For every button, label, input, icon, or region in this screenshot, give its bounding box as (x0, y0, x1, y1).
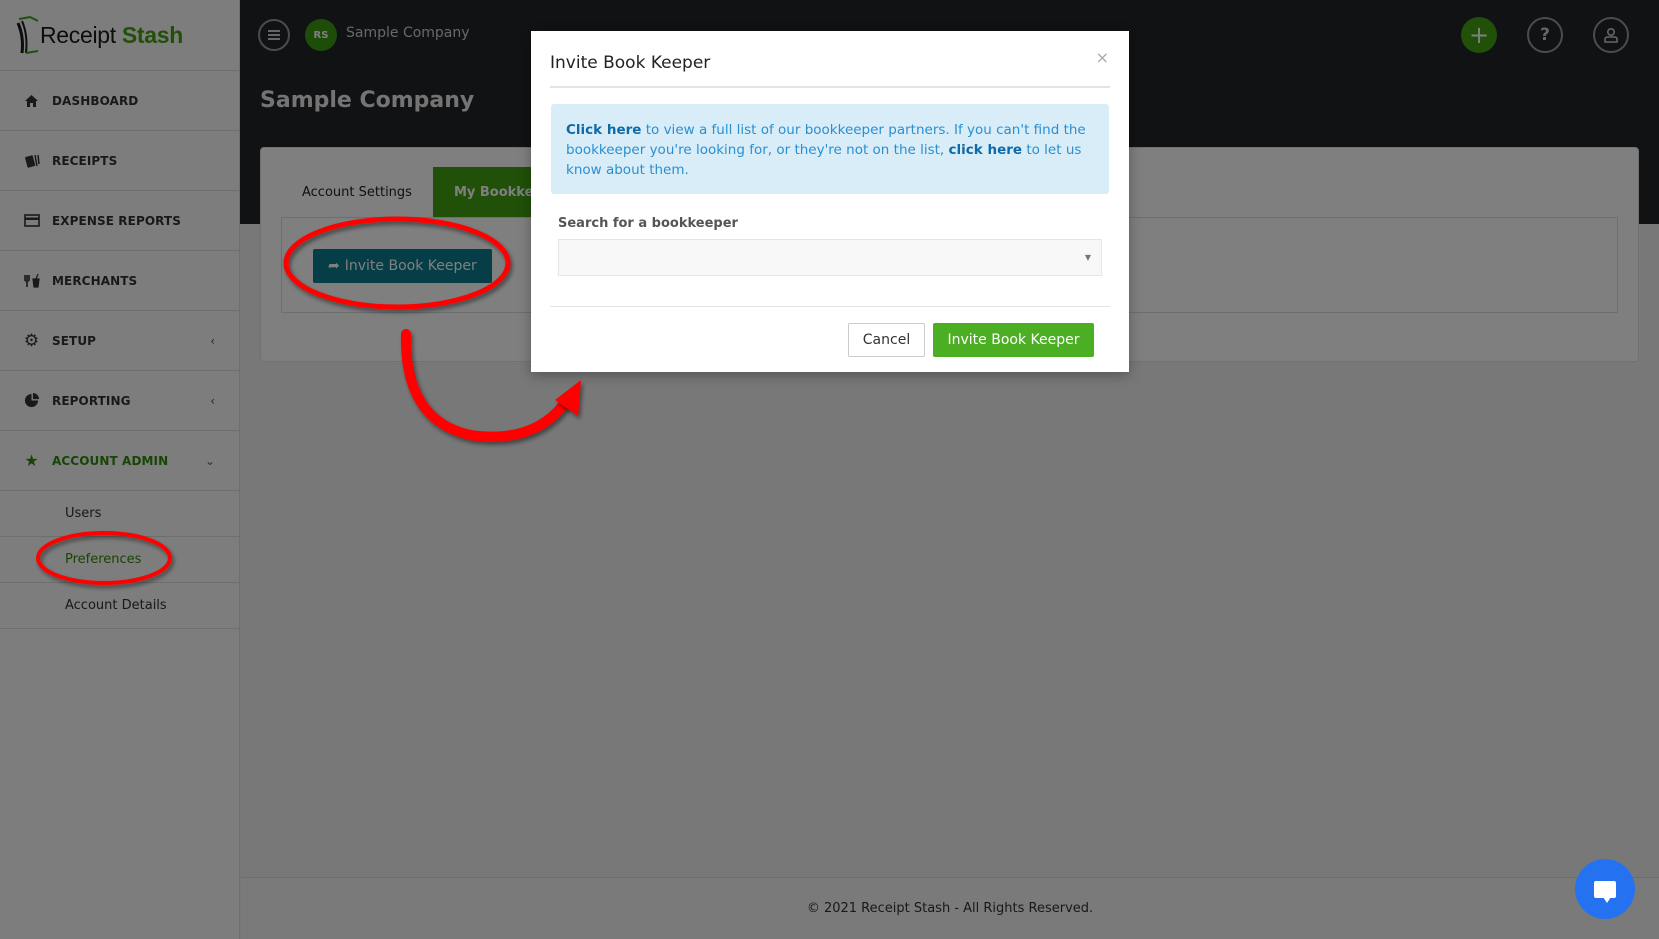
divider (550, 86, 1110, 88)
info-alert: Click here to view a full list of our bo… (551, 104, 1109, 194)
divider (550, 306, 1110, 307)
search-bookkeeper-label: Search for a bookkeeper (558, 216, 738, 231)
close-icon[interactable]: × (1096, 48, 1109, 67)
chat-icon (1594, 880, 1616, 903)
search-bookkeeper-select[interactable]: ▼ (558, 239, 1102, 276)
suggest-bookkeeper-link[interactable]: click here (949, 142, 1023, 158)
bookkeeper-partners-link[interactable]: Click here (566, 122, 641, 138)
chat-widget-button[interactable] (1575, 859, 1635, 919)
modal-title: Invite Book Keeper (550, 53, 711, 73)
caret-down-icon: ▼ (1084, 253, 1091, 262)
invite-bookkeeper-modal: Invite Book Keeper × Click here to view … (531, 31, 1129, 372)
cancel-button[interactable]: Cancel (848, 323, 925, 357)
invite-bookkeeper-submit-button[interactable]: Invite Book Keeper (933, 323, 1094, 357)
